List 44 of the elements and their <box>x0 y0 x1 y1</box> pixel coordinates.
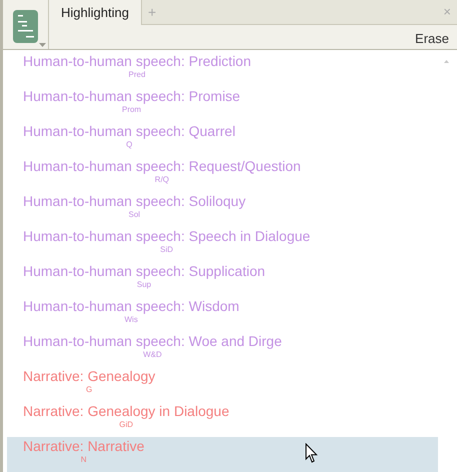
close-button[interactable]: × <box>437 0 457 24</box>
mouse-cursor-icon <box>305 443 318 464</box>
list-item[interactable]: Human-to-human speech: Wisdom Wis <box>7 297 438 332</box>
category-label: Human-to-human speech: Supplication <box>23 262 266 280</box>
category-label: Human-to-human speech: Soliloquy <box>23 192 246 210</box>
dropdown-caret-icon <box>39 43 46 47</box>
abbreviation: Wis <box>124 315 138 325</box>
list-item[interactable]: Human-to-human speech: Quarrel Q <box>7 122 438 157</box>
category-label: Human-to-human speech: Quarrel <box>23 122 236 140</box>
category-label: Human-to-human speech: Wisdom <box>23 297 240 315</box>
list-item[interactable]: Human-to-human speech: Promise Prom <box>7 87 438 122</box>
abbreviation: W&D <box>143 350 162 360</box>
category-label: Narrative: Narrative <box>23 437 144 455</box>
new-tab-button[interactable]: + <box>142 0 162 24</box>
category-label: Narrative: Genealogy in Dialogue <box>23 402 230 420</box>
abbreviation: N <box>80 455 87 465</box>
abbreviation: Prom <box>122 105 142 115</box>
list-item[interactable]: Narrative: Narrative N <box>7 437 438 472</box>
category-label: Human-to-human speech: Speech in Dialogue <box>23 227 310 245</box>
abbreviation: Sol <box>128 210 140 220</box>
tab[interactable]: Highlighting <box>49 0 142 25</box>
list-item[interactable]: Human-to-human speech: Prediction Pred <box>7 52 438 87</box>
category-label: Human-to-human speech: Woe and Dirge <box>23 332 282 350</box>
erase-button[interactable]: Erase <box>415 25 449 49</box>
category-label: Human-to-human speech: Request/Question <box>23 157 301 175</box>
list-item[interactable]: Human-to-human speech: Supplication Sup <box>7 262 438 297</box>
abbreviation: Pred <box>128 70 146 80</box>
abbreviation: G <box>86 385 92 395</box>
scroll-up-icon <box>444 60 449 63</box>
category-label: Human-to-human speech: Prediction <box>23 52 252 70</box>
list-item[interactable]: Narrative: Genealogy G <box>7 367 438 402</box>
list-item[interactable]: Human-to-human speech: Woe and Dirge W&D <box>7 332 438 367</box>
category-label: Human-to-human speech: Promise <box>23 87 240 105</box>
abbreviation: Sup <box>136 280 152 290</box>
list-item[interactable]: Human-to-human speech: Request/Question R/Q <box>7 157 438 192</box>
category-label: Narrative: Genealogy <box>23 367 156 385</box>
list-item[interactable]: Human-to-human speech: Speech in Dialogue SiD <box>7 227 438 262</box>
outline-icon <box>13 10 38 43</box>
list-item[interactable]: Human-to-human speech: Soliloquy Sol <box>7 192 438 227</box>
list-item[interactable]: Narrative: Genealogy in Dialogue GiD <box>7 402 438 437</box>
abbreviation: R/Q <box>154 175 170 185</box>
abbreviation: SiD <box>160 245 174 255</box>
abbreviation: Q <box>126 140 132 150</box>
abbreviation: GiD <box>119 420 133 430</box>
